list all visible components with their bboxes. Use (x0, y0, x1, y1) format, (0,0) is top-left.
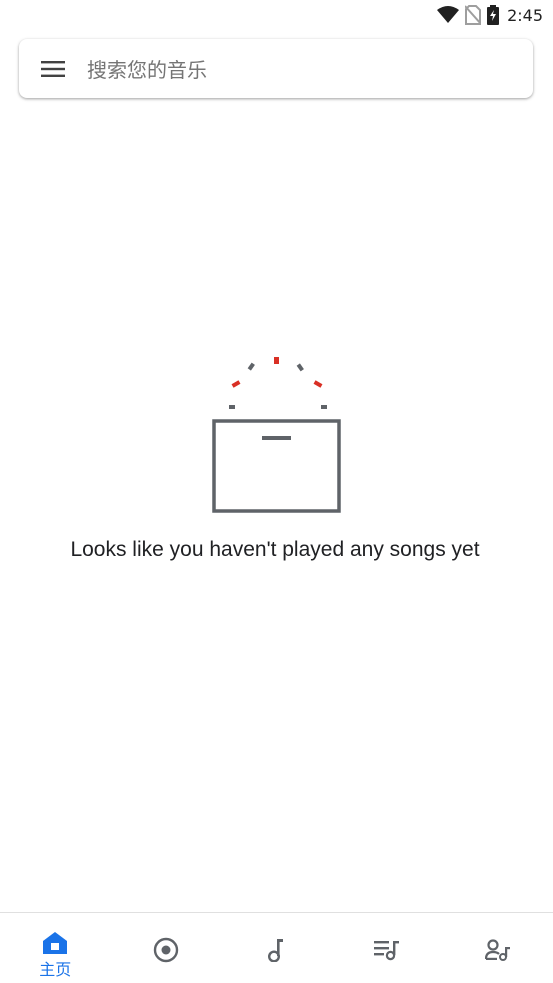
album-icon (153, 937, 179, 963)
nav-playlists[interactable] (332, 913, 442, 983)
playlist-icon (374, 937, 400, 963)
music-note-icon (263, 937, 289, 963)
speaker-box-icon (210, 354, 344, 516)
nav-artists[interactable] (443, 913, 553, 983)
bottom-navigation: 主页 (0, 912, 553, 983)
wifi-icon (437, 6, 460, 24)
empty-state-message: Looks like you haven't played any songs … (70, 538, 480, 561)
home-icon (42, 930, 68, 956)
screen: 2:45 搜索您的音乐 Looks like you haven't playe… (0, 0, 553, 983)
status-time: 2:45 (507, 5, 543, 25)
no-sim-icon (465, 5, 482, 25)
search-input[interactable]: 搜索您的音乐 (87, 54, 207, 83)
search-bar[interactable]: 搜索您的音乐 (19, 39, 533, 98)
artist-icon (484, 937, 511, 963)
status-bar: 2:45 (0, 0, 553, 30)
nav-home[interactable]: 主页 (0, 913, 110, 983)
nav-albums[interactable] (111, 913, 221, 983)
nav-home-label: 主页 (39, 960, 72, 979)
battery-charging-icon (487, 5, 500, 25)
hamburger-menu-icon[interactable] (41, 59, 67, 79)
nav-songs[interactable] (221, 913, 331, 983)
